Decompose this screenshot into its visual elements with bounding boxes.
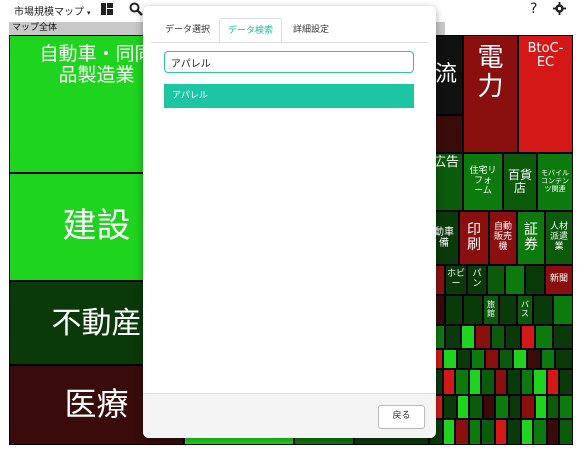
- treemap-cell[interactable]: 旅 館: [483, 295, 499, 325]
- treemap-cell[interactable]: [547, 395, 559, 419]
- dashboard-icon[interactable]: [101, 3, 113, 18]
- treemap-cell[interactable]: [559, 419, 573, 445]
- treemap-cell[interactable]: [527, 349, 541, 369]
- treemap-cell[interactable]: [507, 419, 521, 445]
- treemap-cell[interactable]: ホビ ー: [445, 265, 467, 295]
- treemap-cell[interactable]: [457, 349, 471, 369]
- treemap-cell[interactable]: 自動 販売 機: [489, 211, 517, 265]
- treemap-cell[interactable]: [495, 369, 507, 395]
- treemap-cell[interactable]: [463, 295, 483, 325]
- treemap-cell[interactable]: [443, 349, 457, 369]
- app-title-dropdown[interactable]: 市場規模マップ ▾: [14, 3, 91, 18]
- treemap-cell[interactable]: [487, 265, 505, 295]
- treemap-cell[interactable]: 証 券: [517, 211, 545, 265]
- back-button[interactable]: 戻る: [378, 405, 425, 429]
- treemap-cell[interactable]: [553, 295, 573, 325]
- data-search-modal: データ選択 データ検索 詳細設定 アパレル 戻る: [143, 6, 436, 438]
- treemap-cell[interactable]: [547, 419, 559, 445]
- treemap-cell[interactable]: 百貨 店: [503, 153, 537, 211]
- treemap-cell[interactable]: パ ン: [467, 265, 487, 295]
- treemap-cell[interactable]: [533, 419, 547, 445]
- treemap-cell[interactable]: [471, 349, 485, 369]
- treemap-cell[interactable]: [469, 395, 483, 419]
- search-zoom-icon[interactable]: [129, 2, 143, 19]
- chevron-down-icon: ▾: [87, 9, 91, 17]
- treemap-cell[interactable]: [481, 419, 495, 445]
- search-result-item[interactable]: アパレル: [164, 84, 414, 108]
- treemap-cell[interactable]: [521, 395, 535, 419]
- treemap-cell[interactable]: [443, 395, 457, 419]
- tab-data-search[interactable]: データ検索: [219, 18, 283, 42]
- treemap-cell[interactable]: [535, 395, 547, 419]
- treemap-cell[interactable]: 新聞: [545, 265, 573, 295]
- treemap-cell[interactable]: [485, 349, 499, 369]
- app-title: 市場規模マップ: [14, 7, 84, 18]
- treemap-cell[interactable]: [559, 395, 573, 419]
- treemap-cell[interactable]: [499, 349, 513, 369]
- treemap-cell[interactable]: [505, 265, 525, 295]
- treemap-cell[interactable]: [491, 325, 505, 349]
- treemap-cell[interactable]: [469, 419, 481, 445]
- treemap-small-cells: [429, 325, 573, 445]
- gear-icon[interactable]: [553, 2, 566, 18]
- treemap-cell[interactable]: バ ス: [517, 295, 533, 325]
- treemap-cell[interactable]: [521, 419, 533, 445]
- treemap-cell[interactable]: [445, 295, 463, 325]
- treemap-cell[interactable]: [443, 419, 455, 445]
- treemap-cell[interactable]: BtoC- EC: [518, 35, 573, 153]
- treemap-cell[interactable]: [547, 369, 559, 395]
- treemap-cell[interactable]: [455, 369, 469, 395]
- treemap-cell[interactable]: [481, 369, 495, 395]
- treemap-cell[interactable]: [553, 325, 573, 349]
- modal-footer: 戻る: [143, 393, 436, 438]
- treemap-cell[interactable]: [461, 325, 475, 349]
- treemap-cell[interactable]: [555, 349, 573, 369]
- treemap-cell[interactable]: [469, 369, 481, 395]
- treemap-cell[interactable]: [495, 419, 507, 445]
- treemap-cell[interactable]: [507, 369, 521, 395]
- treemap-cell[interactable]: [455, 419, 469, 445]
- treemap-cell[interactable]: [533, 295, 553, 325]
- search-input[interactable]: [164, 51, 414, 73]
- treemap-cell[interactable]: 住宅リ フォ ーム: [463, 153, 503, 211]
- treemap-cell[interactable]: [499, 295, 517, 325]
- treemap-cell[interactable]: [535, 325, 553, 349]
- help-icon[interactable]: ?: [530, 1, 537, 17]
- treemap-cell[interactable]: [541, 349, 555, 369]
- treemap-cell[interactable]: 電 力: [463, 35, 518, 153]
- treemap-cell[interactable]: [559, 369, 573, 395]
- tab-data-select[interactable]: データ選択: [157, 18, 218, 42]
- treemap-cell[interactable]: [443, 369, 455, 395]
- treemap-cell[interactable]: [495, 395, 509, 419]
- treemap-cell[interactable]: 印 刷: [459, 211, 489, 265]
- treemap-cell[interactable]: [505, 325, 521, 349]
- treemap-cell[interactable]: [483, 395, 495, 419]
- treemap-cell[interactable]: 人材 派遣 業: [545, 211, 573, 265]
- treemap-cell[interactable]: [521, 369, 533, 395]
- treemap-cell[interactable]: [521, 325, 535, 349]
- treemap-cell[interactable]: [525, 265, 545, 295]
- treemap-cell[interactable]: [513, 349, 527, 369]
- treemap-cell[interactable]: [445, 325, 461, 349]
- treemap-cell[interactable]: [475, 325, 491, 349]
- treemap-cell[interactable]: [509, 395, 521, 419]
- treemap-cell[interactable]: [533, 369, 547, 395]
- modal-tabs: データ選択 データ検索 詳細設定: [151, 18, 428, 43]
- treemap-cell[interactable]: モバイル コンテン ツ関連: [537, 153, 573, 211]
- tab-detail-settings[interactable]: 詳細設定: [285, 18, 337, 42]
- treemap-cell[interactable]: [457, 395, 469, 419]
